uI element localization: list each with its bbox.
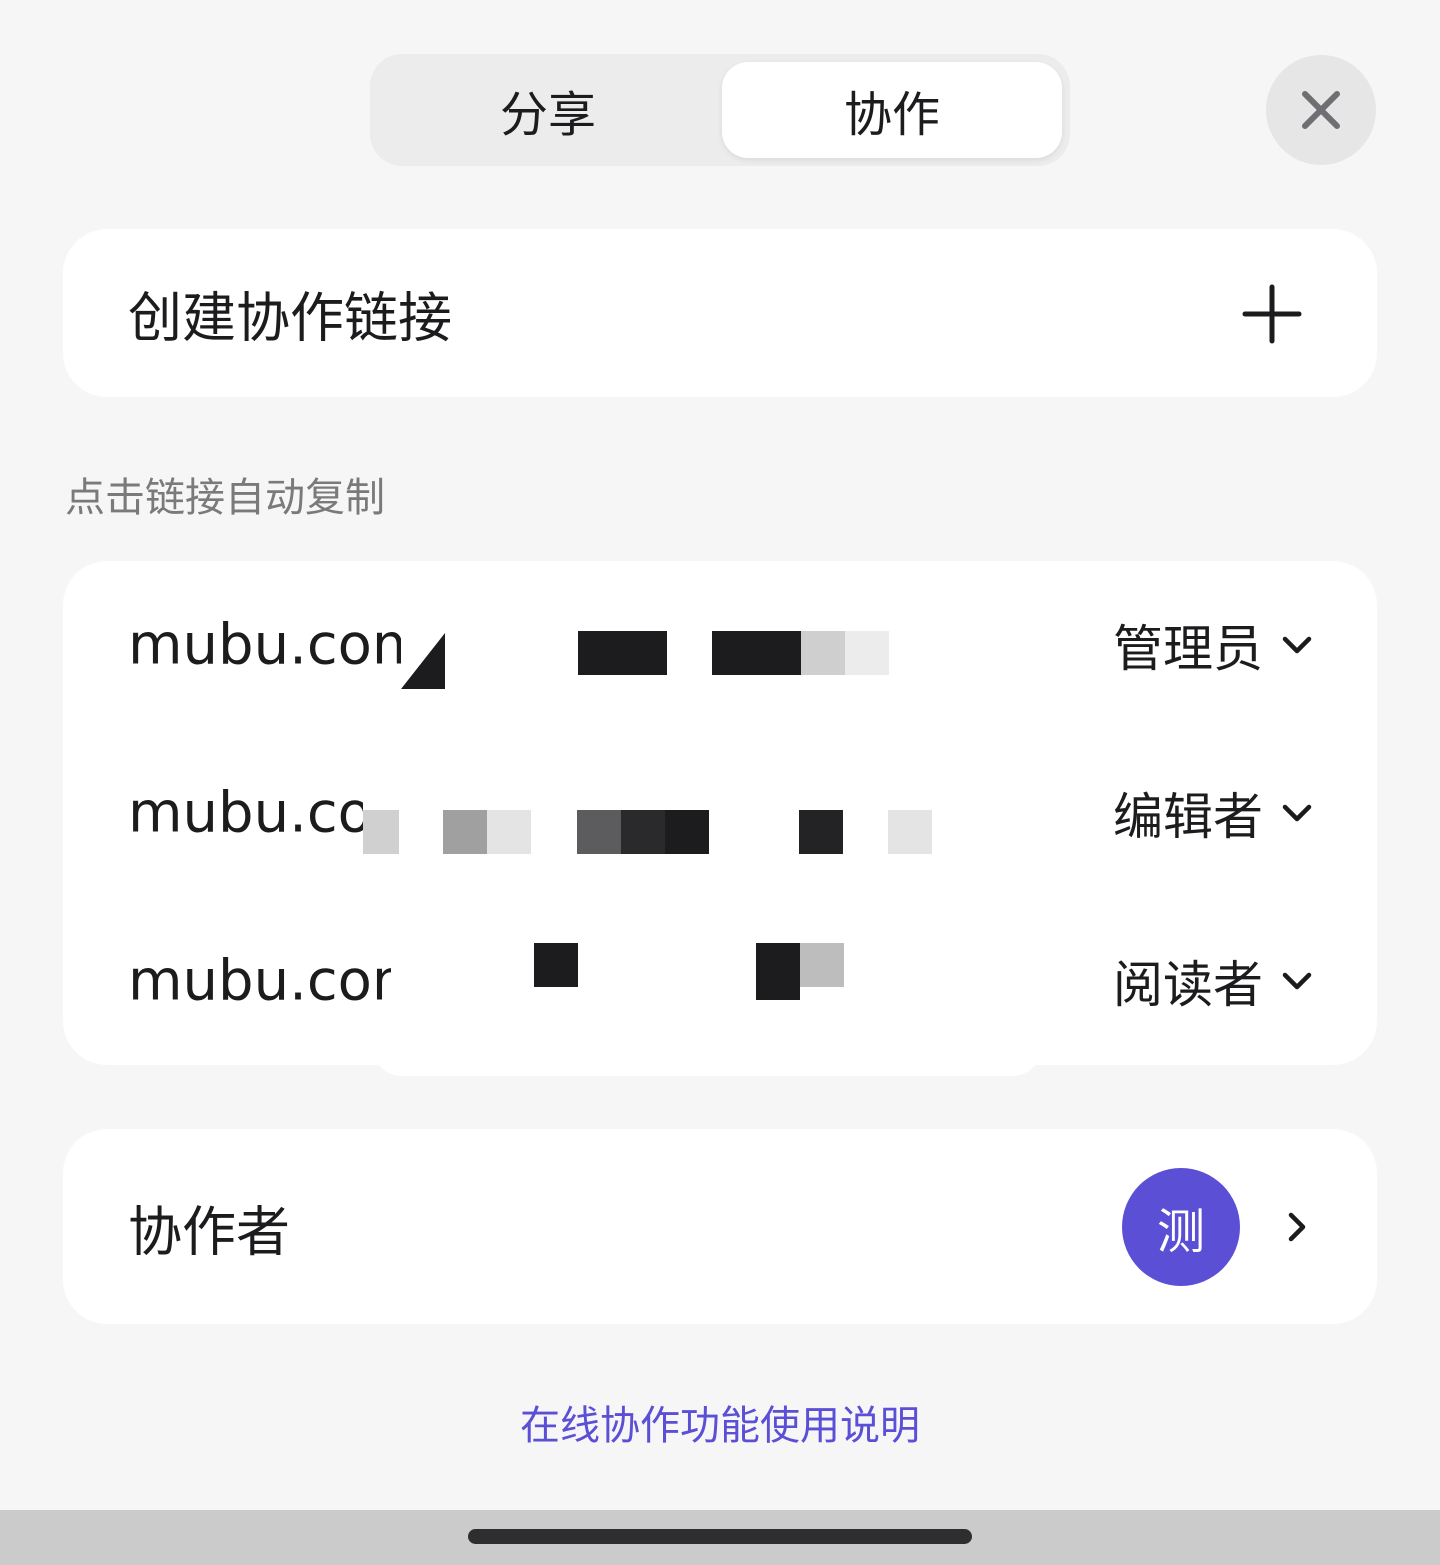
link-row-editor[interactable]: mubu.com 编辑者 — [63, 729, 1377, 897]
links-card: mubu.com/ 管理员 mubu.com 编辑者 mubu.com 阅读者 — [63, 561, 1377, 1067]
chevron-down-icon — [1282, 972, 1312, 990]
collaborators-card[interactable]: 协作者 测 — [63, 1129, 1377, 1324]
share-sheet: 分享 协作 创建协作链接 点击链接自动复制 mubu.com/ 管理员 mubu… — [0, 0, 1440, 1510]
role-selector-admin[interactable]: 管理员 — [1113, 609, 1317, 681]
create-link-label: 创建协作链接 — [128, 286, 452, 350]
redaction-mask — [401, 601, 961, 691]
chevron-down-icon — [1282, 804, 1312, 822]
link-row-admin[interactable]: mubu.com/ 管理员 — [63, 561, 1377, 729]
role-label: 阅读者 — [1113, 956, 1263, 1014]
role-selector-editor[interactable]: 编辑者 — [1113, 777, 1317, 849]
home-indicator[interactable] — [468, 1529, 972, 1544]
role-selector-reader[interactable]: 阅读者 — [1113, 945, 1317, 1017]
tab-share[interactable]: 分享 — [378, 62, 718, 158]
close-icon — [1302, 91, 1340, 129]
role-label: 管理员 — [1113, 620, 1263, 678]
collaborators-label: 协作者 — [128, 1200, 290, 1263]
close-button[interactable] — [1266, 55, 1376, 165]
role-label: 编辑者 — [1113, 788, 1263, 846]
redaction-mask — [363, 759, 963, 854]
help-link[interactable]: 在线协作功能使用说明 — [0, 1393, 1440, 1451]
redaction-overflow — [372, 1000, 1042, 1076]
link-url[interactable]: mubu.com/ — [128, 613, 445, 678]
avatar: 测 — [1122, 1168, 1240, 1286]
copy-hint: 点击链接自动复制 — [65, 475, 385, 521]
tab-collaborate[interactable]: 协作 — [722, 62, 1062, 158]
plus-icon[interactable] — [1241, 283, 1303, 345]
chevron-right-icon — [1288, 1212, 1306, 1242]
create-link-card[interactable]: 创建协作链接 — [63, 229, 1377, 397]
segmented-control: 分享 协作 — [370, 54, 1070, 166]
chevron-down-icon — [1282, 636, 1312, 654]
